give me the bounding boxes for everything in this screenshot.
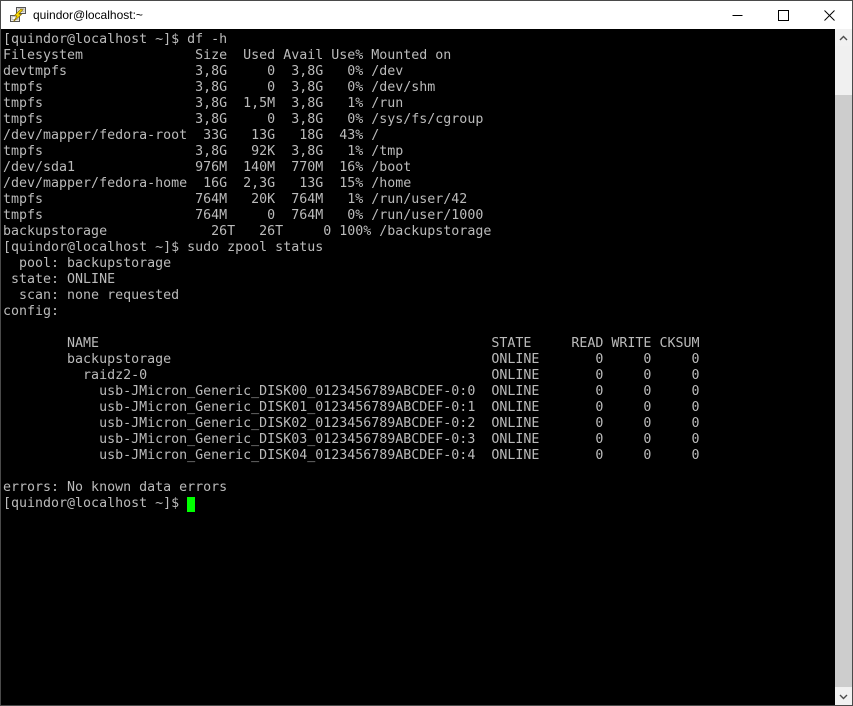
close-icon xyxy=(823,9,835,21)
prompt-line: [quindor@localhost ~]$ xyxy=(3,496,835,512)
terminal-screen[interactable]: [quindor@localhost ~]$ df -h Filesystem … xyxy=(1,29,835,705)
scroll-up-button[interactable] xyxy=(835,29,852,46)
terminal-main: [quindor@localhost ~]$ df -h Filesystem … xyxy=(1,29,852,705)
terminal-window: quindor@localhost:~ [quindor@localhost ~… xyxy=(0,0,853,706)
minimize-icon xyxy=(732,14,742,16)
scrollbar-track[interactable] xyxy=(835,46,852,688)
putty-terminal-icon[interactable] xyxy=(10,7,26,23)
scrollbar-thumb[interactable] xyxy=(835,95,852,687)
chevron-up-icon xyxy=(839,35,848,40)
minimize-button[interactable] xyxy=(714,1,760,29)
chevron-down-icon xyxy=(839,694,848,699)
maximize-icon xyxy=(777,9,789,21)
terminal-cursor xyxy=(187,497,196,512)
window-title: quindor@localhost:~ xyxy=(33,8,143,22)
prompt-text: [quindor@localhost ~]$ xyxy=(3,496,188,511)
title-bar[interactable]: quindor@localhost:~ xyxy=(1,1,852,29)
terminal-output: [quindor@localhost ~]$ df -h Filesystem … xyxy=(3,32,700,495)
maximize-button[interactable] xyxy=(760,1,806,29)
scroll-down-button[interactable] xyxy=(835,688,852,705)
scrollbar[interactable] xyxy=(835,29,852,705)
close-button[interactable] xyxy=(806,1,852,29)
